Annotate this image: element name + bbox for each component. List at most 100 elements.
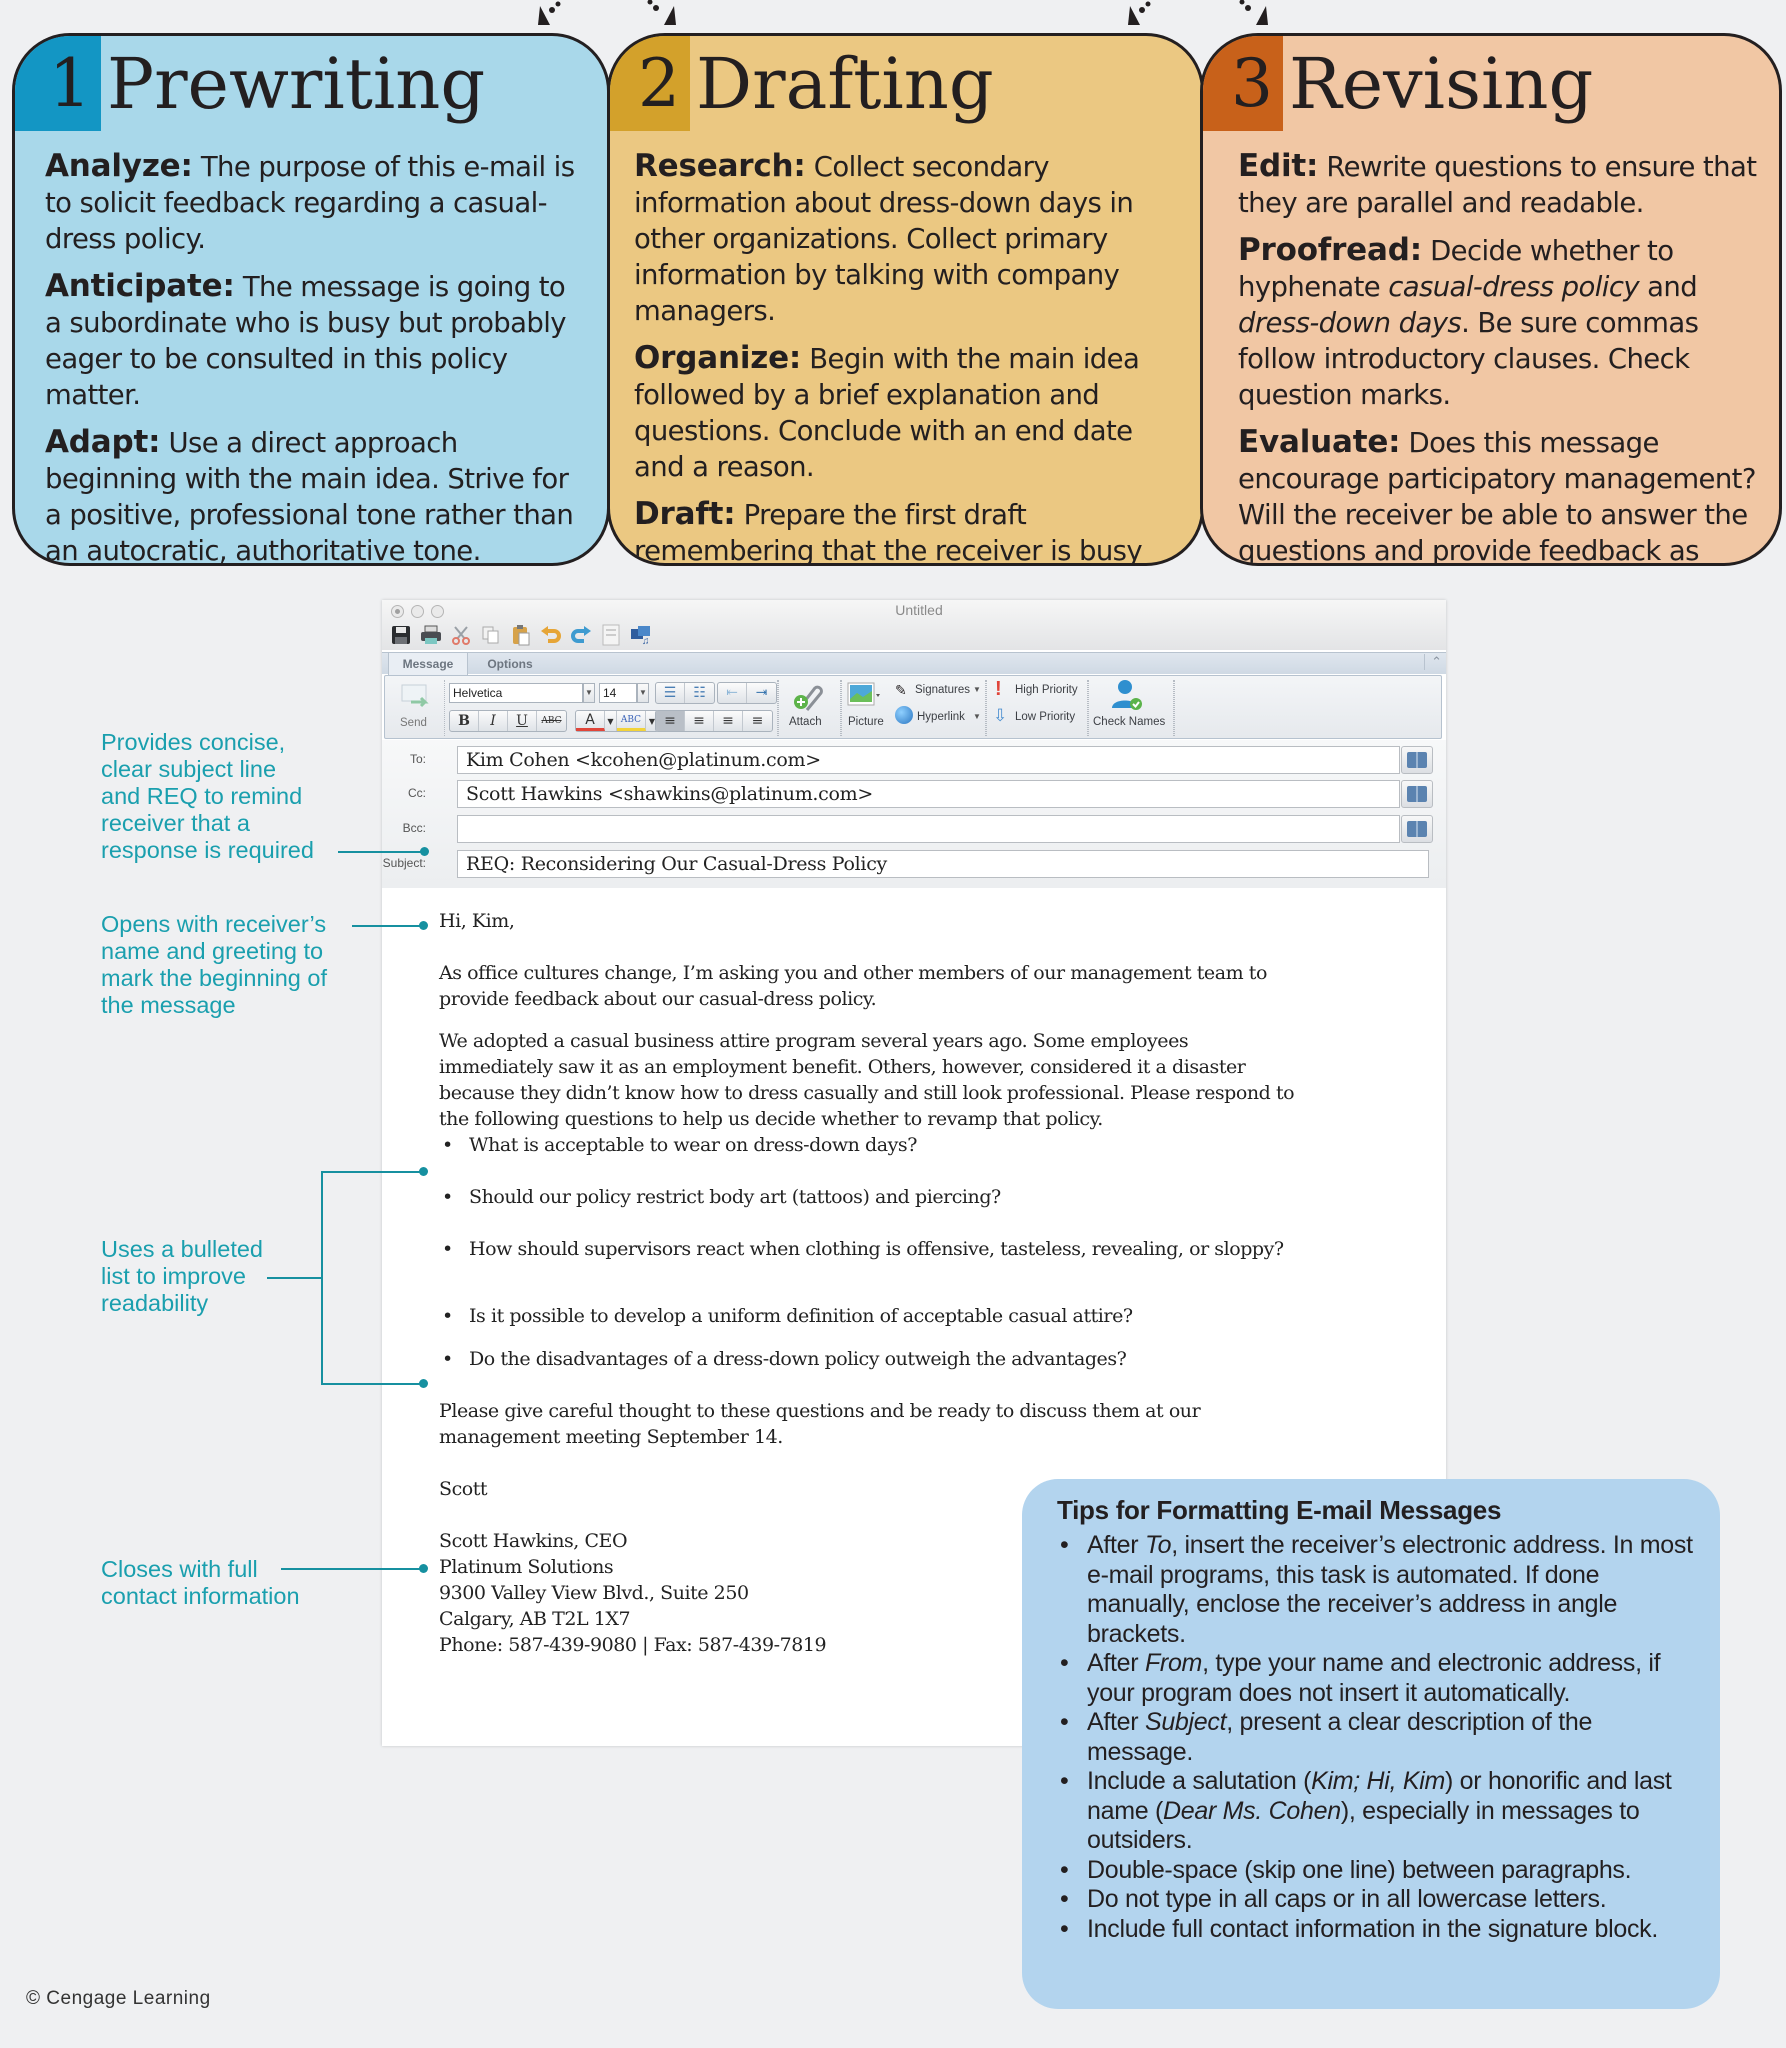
color-buttons: A ▼ ABC ▼ <box>575 710 659 732</box>
annotation-bullets: Uses a bulleted list to improve readabil… <box>101 1236 263 1317</box>
collapse-ribbon-button[interactable]: ⌃ <box>1424 654 1442 670</box>
stage-item-organize: Organize: Begin with the main idea follo… <box>634 340 1179 485</box>
stage-body: Edit: Rewrite questions to ensure that t… <box>1238 148 1757 563</box>
increase-indent-icon[interactable]: ⇥ <box>747 683 776 703</box>
annotation-line: receiver that a <box>101 810 250 836</box>
annotation-line: name and greeting to <box>101 938 324 964</box>
italic-button[interactable]: I <box>479 711 508 731</box>
to-field[interactable]: Kim Cohen <kcohen@platinum.com> <box>457 746 1400 774</box>
annotation-line: response is required <box>101 837 314 863</box>
item-text-italic: dress-down days <box>1238 307 1462 339</box>
hyperlink-button[interactable]: Hyperlink ▼ <box>895 706 981 728</box>
tip-text-italic: To <box>1144 1531 1172 1559</box>
paste-icon[interactable] <box>510 624 532 646</box>
bullet-list-icon[interactable]: ☰ <box>656 683 685 703</box>
align-left-icon[interactable]: ≡ <box>656 711 685 731</box>
tip-text-italic: From <box>1144 1649 1203 1677</box>
decrease-indent-icon[interactable]: ⇤ <box>718 683 747 703</box>
window-title: Untitled <box>895 602 943 618</box>
bcc-address-book-button[interactable] <box>1401 815 1433 843</box>
attach-button[interactable]: Attach <box>785 680 835 736</box>
picture-button[interactable]: Picture <box>845 680 889 736</box>
high-priority-label: High Priority <box>1015 684 1078 696</box>
text-line: We adopted a casual business attire prog… <box>439 1030 1189 1052</box>
tips-panel: Tips for Formatting E-mail Messages Afte… <box>1022 1479 1720 2009</box>
check-names-button[interactable]: Check Names <box>1091 678 1167 736</box>
closing-leader-line <box>281 1568 425 1570</box>
to-address-book-button[interactable] <box>1401 746 1433 774</box>
divider <box>777 680 779 736</box>
text-line: As office cultures change, I’m asking yo… <box>439 962 1267 984</box>
strikethrough-button[interactable]: ABC <box>537 711 566 731</box>
font-color-dropdown-icon[interactable]: ▼ <box>605 711 617 731</box>
font-size-dropdown-icon[interactable]: ▼ <box>637 683 649 703</box>
font-name-dropdown-icon[interactable]: ▼ <box>583 683 595 703</box>
signatures-button[interactable]: ✎ Signatures ▼ <box>895 682 981 702</box>
high-priority-button[interactable]: ! High Priority <box>993 678 1083 702</box>
item-term: Proofread: <box>1238 232 1422 268</box>
subject-leader-dot <box>420 847 429 856</box>
stage-item-proofread: Proofread: Decide whether to hyphenate c… <box>1238 232 1757 413</box>
item-text: and <box>1639 271 1698 303</box>
copyright-notice: © Cengage Learning <box>26 1988 211 2009</box>
picture-label: Picture <box>848 716 884 728</box>
stage-number: 2 <box>610 36 690 131</box>
cc-field[interactable]: Scott Hawkins <shawkins@platinum.com> <box>457 780 1400 808</box>
arrow-from-revising-icon <box>1128 1 1151 25</box>
tip-item: After To, insert the receiver’s electron… <box>1057 1531 1700 1649</box>
bullets-bracket-bottom-dot <box>419 1379 428 1388</box>
tip-text: Include a salutation ( <box>1087 1767 1312 1795</box>
save-icon[interactable] <box>390 624 412 646</box>
title-bar: Untitled ♫ <box>382 600 1446 650</box>
low-priority-label: Low Priority <box>1015 711 1076 723</box>
text-style-buttons: B I U ABC <box>449 710 567 732</box>
item-term: Adapt: <box>45 424 161 460</box>
bullet-item: Is it possible to develop a uniform defi… <box>439 1303 1399 1329</box>
font-size-select[interactable]: 14 <box>599 683 637 703</box>
bold-button[interactable]: B <box>450 711 479 731</box>
template-icon[interactable] <box>600 624 622 646</box>
divider <box>840 680 842 736</box>
stage-header: 1 Prewriting <box>15 36 485 131</box>
signatures-dropdown-icon: ▼ <box>973 685 981 694</box>
justify-icon[interactable]: ≡ <box>743 711 772 731</box>
send-label: Send <box>400 717 427 729</box>
tip-text: Double-space (skip one line) between par… <box>1087 1855 1632 1884</box>
highlight-button[interactable]: ABC <box>617 711 646 731</box>
send-group: Send <box>385 680 445 736</box>
subject-field[interactable]: REQ: Reconsidering Our Casual-Dress Poli… <box>457 850 1429 878</box>
align-center-icon[interactable]: ≡ <box>685 711 714 731</box>
copy-icon[interactable] <box>480 624 502 646</box>
tips-list: After To, insert the receiver’s electron… <box>1057 1531 1700 1944</box>
tab-message[interactable]: Message <box>388 653 468 675</box>
tab-options[interactable]: Options <box>470 653 550 675</box>
cc-address-book-button[interactable] <box>1401 780 1433 808</box>
underline-button[interactable]: U <box>508 711 537 731</box>
down-arrow-icon: ⇩ <box>993 706 1008 725</box>
divider <box>1173 680 1175 736</box>
cut-icon[interactable] <box>450 624 472 646</box>
font-color-button[interactable]: A <box>576 711 605 731</box>
bcc-field[interactable] <box>457 815 1400 843</box>
numbered-list-icon[interactable]: ☷ <box>685 683 714 703</box>
send-button[interactable]: Send <box>397 684 433 734</box>
undo-icon[interactable] <box>540 624 562 646</box>
print-icon[interactable] <box>420 624 442 646</box>
tip-item: Include a salutation (Kim; Hi, Kim) or h… <box>1057 1767 1700 1856</box>
bullets-bracket-line <box>321 1171 323 1385</box>
tip-text: , insert the receiver’s electronic addre… <box>1087 1531 1693 1648</box>
divider <box>985 680 987 736</box>
font-name-select[interactable]: Helvetica <box>449 683 583 703</box>
align-right-icon[interactable]: ≡ <box>714 711 743 731</box>
low-priority-button[interactable]: ⇩ Low Priority <box>993 706 1083 729</box>
picture-icon <box>847 682 880 706</box>
stage-number: 1 <box>15 36 101 131</box>
media-browser-icon[interactable]: ♫ <box>630 624 652 646</box>
redo-icon[interactable] <box>570 624 592 646</box>
annotation-line: readability <box>101 1290 209 1316</box>
ribbon-tabs: Message Options ⌃ <box>382 652 1446 675</box>
text-line: management meeting September 14. <box>439 1426 783 1448</box>
exclamation-icon: ! <box>995 678 1002 700</box>
hyperlink-label: Hyperlink <box>917 711 965 723</box>
hyperlink-dropdown-icon: ▼ <box>973 712 981 721</box>
